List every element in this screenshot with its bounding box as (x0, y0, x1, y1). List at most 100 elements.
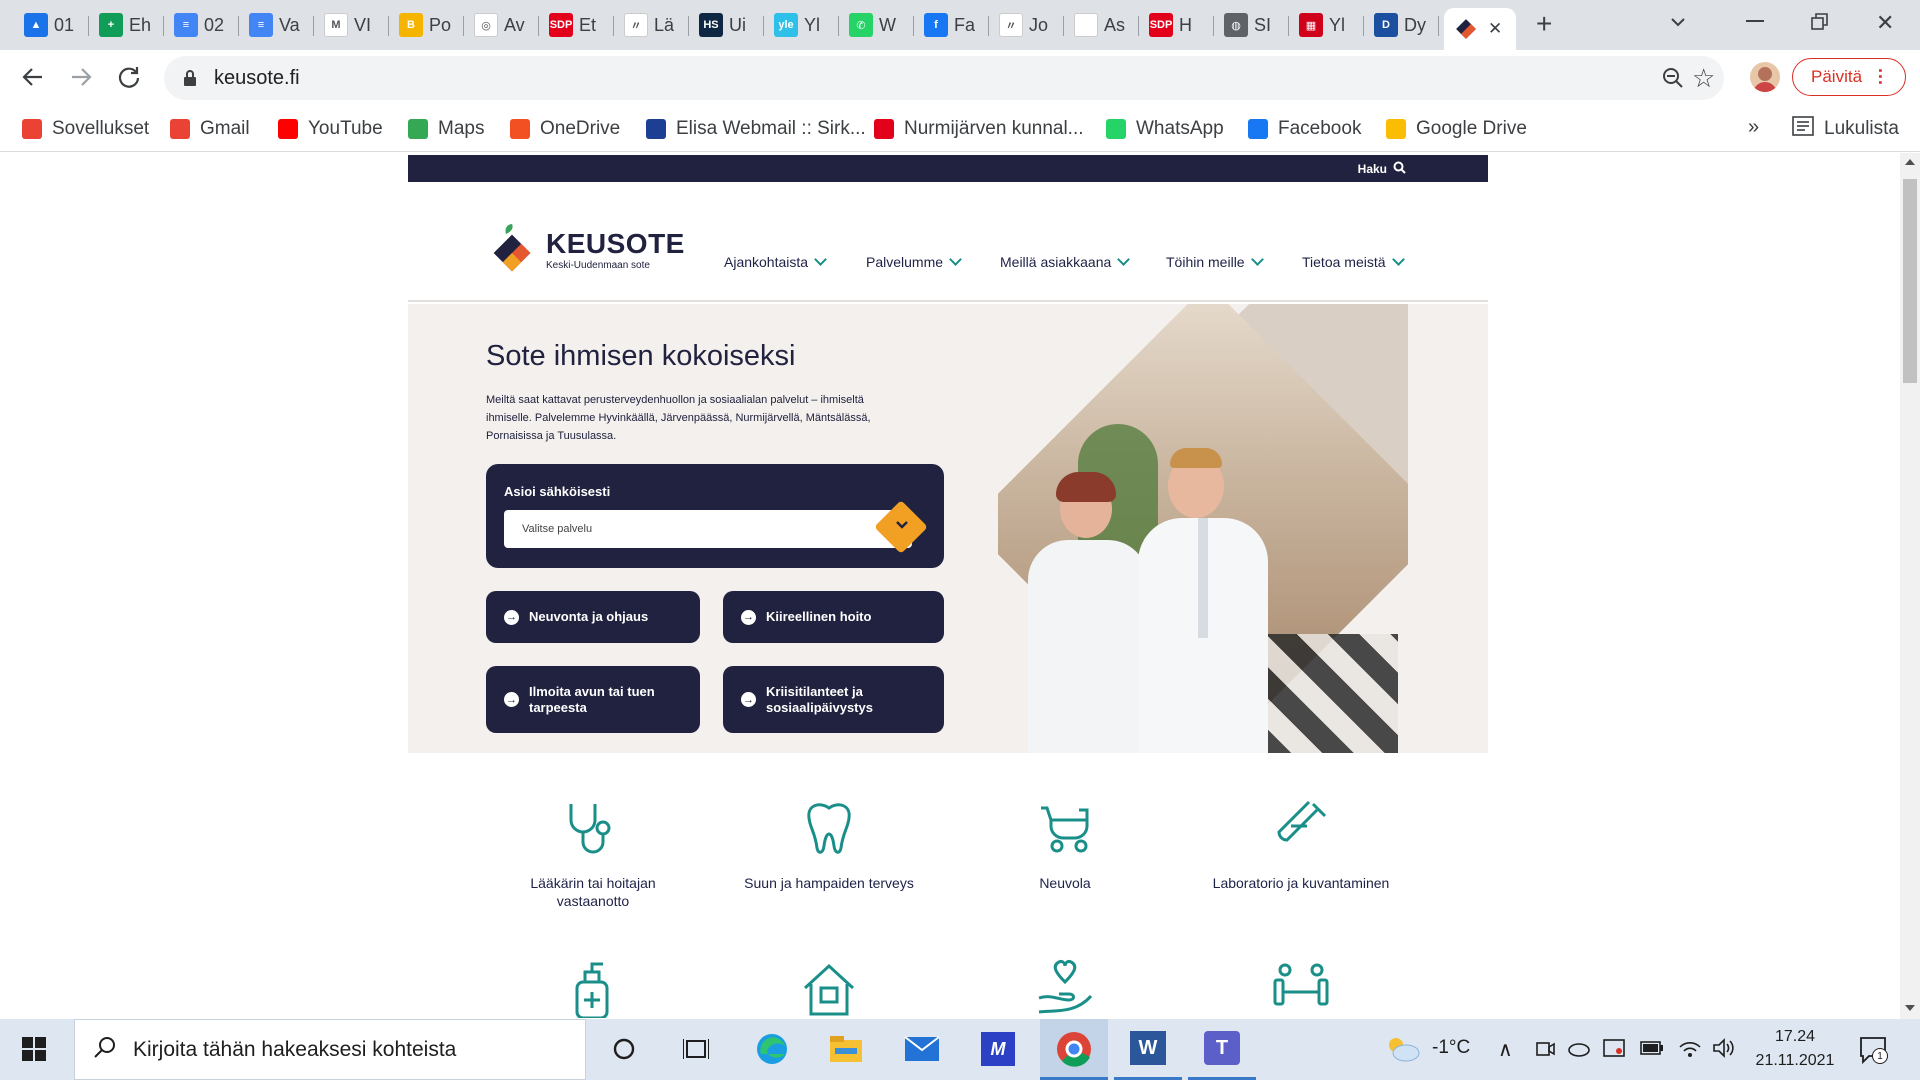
bookmark-item[interactable]: OneDrive (510, 114, 620, 144)
chrome-taskbar-button[interactable] (1040, 1019, 1108, 1080)
tray-app-icon[interactable] (1603, 1037, 1625, 1064)
hero-text: Meiltä saat kattavat perusterveydenhuoll… (486, 394, 871, 442)
close-tab-icon[interactable]: ✕ (1488, 19, 1502, 39)
tab-6[interactable]: ◎ Av (464, 8, 539, 42)
nav-item[interactable]: Meillä asiakkaana (1000, 253, 1131, 270)
bookmark-item[interactable]: Elisa Webmail :: Sirk... (646, 114, 866, 144)
zoom-icon[interactable] (1662, 67, 1684, 94)
bookmark-item[interactable]: YouTube (278, 114, 383, 144)
home-icon[interactable] (799, 958, 859, 1019)
lock-icon (180, 68, 200, 88)
back-icon[interactable] (20, 64, 46, 95)
weather-temperature[interactable]: -1°C (1432, 1037, 1470, 1059)
tray-expand-icon[interactable]: ∧ (1498, 1037, 1513, 1062)
tab-17[interactable]: ▦ Yl (1289, 8, 1364, 42)
forward-icon[interactable] (68, 64, 94, 95)
ilmoita-avun-tarpeesta-button[interactable]: → Ilmoita avun tai tuen tarpeesta (486, 666, 700, 733)
notification-icon[interactable]: 1 (1858, 1035, 1888, 1070)
close-window-icon[interactable]: ✕ (1876, 10, 1894, 36)
update-button[interactable]: Päivitä ··· (1792, 58, 1906, 96)
tab-search-icon[interactable] (1668, 12, 1688, 37)
tab-18[interactable]: D Dy (1364, 8, 1439, 42)
wifi-icon[interactable] (1678, 1037, 1702, 1064)
kriisitilanteet-button[interactable]: → Kriisitilanteet ja sosiaalipäivystys (723, 666, 944, 733)
tab-label: H (1179, 14, 1192, 35)
nav-item[interactable]: Töihin meille (1166, 253, 1264, 270)
tab-5[interactable]: B Po (389, 8, 464, 42)
minimize-icon[interactable] (1746, 20, 1764, 22)
task-view-icon[interactable] (676, 1029, 716, 1069)
tab-favicon-icon: ≡ (174, 13, 198, 37)
url-text[interactable]: keusote.fi (214, 67, 300, 90)
new-tab-button[interactable]: + (1536, 8, 1552, 40)
scrollbar-thumb[interactable] (1903, 179, 1917, 383)
mail-icon[interactable] (902, 1029, 942, 1069)
restore-icon[interactable] (1810, 12, 1830, 37)
tab-15[interactable]: SDP H (1139, 8, 1214, 42)
chevron-down-icon (1391, 253, 1405, 266)
nav-item[interactable]: Palvelumme (866, 253, 962, 270)
bookmark-item[interactable]: Google Drive (1386, 114, 1527, 144)
tab-13[interactable]: 〃 Jo (989, 8, 1064, 42)
more-bookmarks-icon[interactable]: » (1748, 116, 1759, 139)
neuvonta-button[interactable]: → Neuvonta ja ohjaus (486, 591, 700, 643)
bookmark-item[interactable]: Sovellukset (22, 114, 149, 144)
tab-1[interactable]: + Eh (89, 8, 164, 42)
tab-8[interactable]: 〃 Lä (614, 8, 689, 42)
onedrive-icon[interactable] (1567, 1039, 1591, 1062)
app-icon[interactable]: M (978, 1029, 1018, 1069)
meet-now-icon[interactable] (1535, 1039, 1555, 1064)
tab-9[interactable]: HS Ui (689, 8, 764, 42)
site-logo[interactable]: KEUSOTE Keski-Uudenmaan sote (486, 222, 685, 278)
fitness-icon[interactable] (1271, 958, 1331, 1019)
nav-item[interactable]: Tietoa meistä (1302, 253, 1405, 270)
page-scrollbar[interactable] (1900, 153, 1920, 1019)
service-laboratory[interactable]: Laboratorio ja kuvantaminen (1211, 798, 1391, 892)
tab-16[interactable]: ◍ SI (1214, 8, 1289, 42)
nav-item[interactable]: Ajankohtaista (724, 253, 827, 270)
scroll-down-icon[interactable] (1905, 1005, 1915, 1011)
bookmark-item[interactable]: Gmail (170, 114, 250, 144)
tab-label: Eh (129, 14, 152, 35)
tab-0[interactable]: ▲ 01 (14, 8, 89, 42)
edge-icon[interactable] (752, 1029, 792, 1069)
volume-icon[interactable] (1712, 1037, 1736, 1064)
service-select[interactable]: Valitse palvelu (504, 510, 912, 548)
caring-hand-icon[interactable] (1035, 958, 1095, 1019)
tab-3[interactable]: ≡ Va (239, 8, 314, 42)
address-bar[interactable]: keusote.fi (164, 56, 1724, 100)
reading-list[interactable]: Lukulista (1792, 114, 1899, 144)
service-neuvola[interactable]: Neuvola (975, 798, 1155, 892)
bookmark-item[interactable]: Maps (408, 114, 484, 144)
taskbar-search-box[interactable]: Kirjoita tähän hakeaksesi kohteista (74, 1019, 586, 1080)
file-explorer-icon[interactable] (826, 1029, 866, 1069)
cortana-icon[interactable] (604, 1029, 644, 1069)
battery-icon[interactable] (1640, 1039, 1664, 1062)
bookmark-item[interactable]: Facebook (1248, 114, 1361, 144)
bookmark-star-icon[interactable]: ☆ (1692, 63, 1715, 94)
windows-start-icon[interactable] (14, 1029, 54, 1069)
weather-icon[interactable] (1384, 1035, 1420, 1068)
taskbar-clock[interactable]: 17.24 21.11.2021 (1745, 1025, 1845, 1073)
tab-14[interactable]: As (1064, 8, 1139, 42)
reload-icon[interactable] (116, 64, 142, 95)
word-taskbar-button[interactable]: W (1114, 1019, 1182, 1080)
service-doctor[interactable]: Lääkärin tai hoitajan vastaanotto (503, 798, 683, 910)
tab-11[interactable]: ✆ W (839, 8, 914, 42)
tab-active[interactable]: ✕ (1444, 8, 1516, 50)
service-dental[interactable]: Suun ja hampaiden terveys (739, 798, 919, 892)
tab-10[interactable]: yle Yl (764, 8, 839, 42)
bookmark-item[interactable]: WhatsApp (1106, 114, 1224, 144)
hand-sanitizer-icon[interactable] (563, 958, 623, 1019)
tab-2[interactable]: ≡ 02 (164, 8, 239, 42)
tab-7[interactable]: SDP Et (539, 8, 614, 42)
profile-avatar[interactable] (1750, 62, 1780, 92)
teams-taskbar-button[interactable]: T (1188, 1019, 1256, 1080)
site-search-button[interactable]: Haku (1358, 161, 1406, 177)
scroll-up-icon[interactable] (1905, 159, 1915, 165)
tab-4[interactable]: M VI (314, 8, 389, 42)
bookmark-item[interactable]: Nurmijärven kunnal... (874, 114, 1084, 144)
kiireellinen-hoito-button[interactable]: → Kiireellinen hoito (723, 591, 944, 643)
chevron-down-icon (895, 518, 909, 536)
tab-12[interactable]: f Fa (914, 8, 989, 42)
